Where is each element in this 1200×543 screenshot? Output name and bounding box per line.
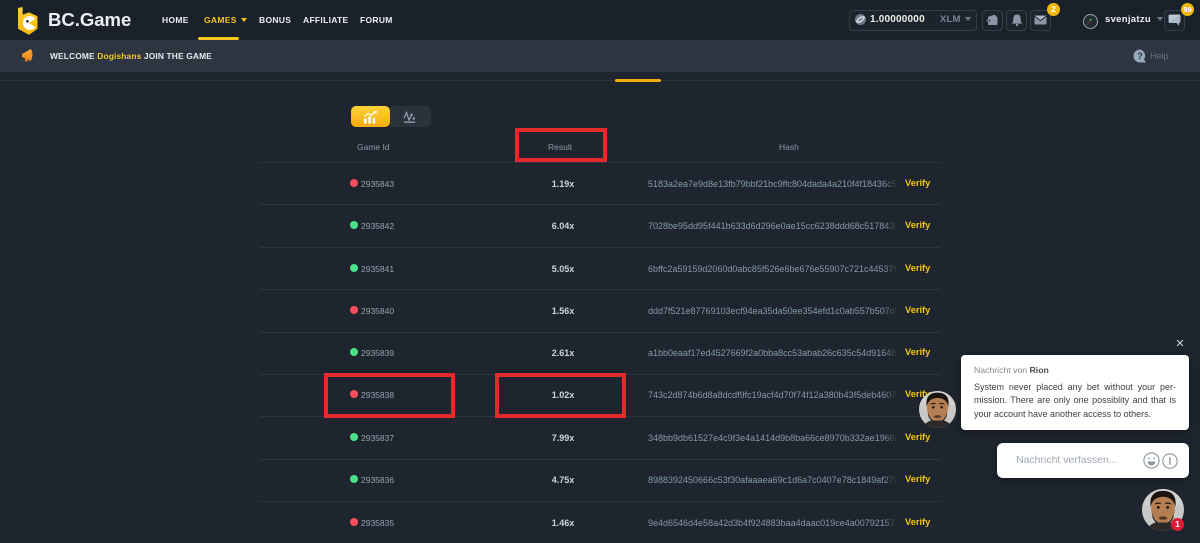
- svg-text:?: ?: [1137, 51, 1143, 61]
